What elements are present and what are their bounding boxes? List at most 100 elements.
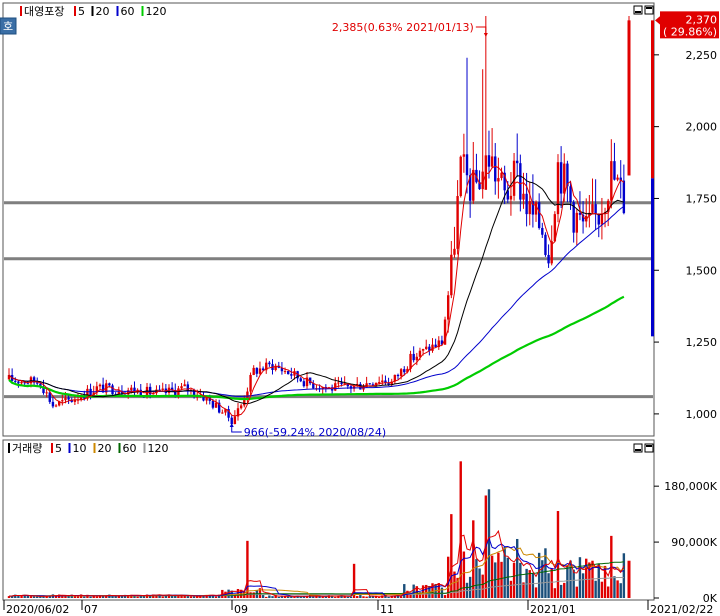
candle-body	[286, 371, 290, 375]
volume-bar	[170, 596, 174, 598]
volume-bar	[268, 595, 271, 598]
volume-legend-label: 60	[123, 442, 137, 455]
volume-legend-swatch	[68, 443, 71, 453]
volume-bar	[89, 596, 92, 598]
volume-legend-label: 거래량	[12, 442, 42, 455]
candle-body	[537, 202, 541, 228]
candle-body	[61, 400, 64, 402]
candle-body	[522, 193, 525, 200]
candle-body	[180, 386, 183, 389]
candle-body	[519, 163, 522, 200]
candle-body	[616, 177, 619, 180]
volume-bar	[293, 596, 296, 598]
price-legend-label: 20	[96, 5, 110, 18]
volume-bar	[29, 596, 33, 598]
candle-body	[17, 381, 20, 384]
candle-body	[283, 371, 287, 373]
candle-body	[610, 161, 613, 201]
volume-bar	[412, 584, 415, 598]
volume-bar	[443, 595, 447, 598]
volume-bar	[600, 581, 604, 598]
candle-body	[494, 156, 497, 182]
candle-body	[613, 161, 616, 180]
volume-bar	[161, 596, 164, 598]
annotation-low-label: 966(-59.24% 2020/08/24)	[244, 426, 386, 439]
price-ytick-label: 1,000	[686, 408, 718, 421]
candle-body	[249, 374, 252, 392]
volume-bar	[594, 580, 597, 598]
volume-bar	[321, 596, 324, 598]
volume-bar	[522, 582, 525, 598]
price-legend-label: 5	[78, 5, 85, 18]
volume-bar	[177, 596, 180, 598]
candle-body	[381, 380, 384, 383]
xtick-label: 09	[234, 603, 248, 616]
candle-body	[258, 368, 262, 374]
volume-bar	[519, 562, 522, 598]
volume-bar	[377, 596, 381, 598]
candle-body	[472, 169, 475, 201]
volume-bar	[356, 596, 359, 598]
volume-bar	[265, 596, 268, 598]
volume-bar	[578, 557, 582, 598]
volume-bar	[616, 580, 619, 598]
volume-bar	[214, 596, 218, 598]
volume-bar	[500, 561, 503, 598]
volume-bar	[534, 587, 538, 598]
volume-bar	[559, 584, 563, 598]
volume-bar	[192, 596, 196, 598]
volume-bar	[531, 573, 535, 598]
volume-bar-current	[627, 560, 631, 598]
volume-bar	[54, 596, 58, 598]
volume-ytick-label: 180,000K	[664, 480, 717, 493]
candle-body	[569, 186, 572, 203]
candle-body	[48, 392, 51, 402]
candle-body	[51, 401, 55, 407]
volume-bar	[613, 576, 616, 598]
volume-legend-label: 20	[98, 442, 112, 455]
volume-bar	[509, 580, 513, 598]
volume-bar	[619, 583, 622, 598]
volume-panel	[2, 439, 655, 601]
volume-legend-swatch	[143, 443, 146, 453]
volume-bar	[550, 568, 553, 598]
candle-body	[130, 387, 133, 391]
volume-bar	[277, 596, 280, 598]
candle-body	[594, 204, 597, 214]
candle-body	[255, 367, 259, 374]
price-ytick-label: 1,500	[686, 264, 718, 277]
candle-body	[214, 402, 218, 408]
candle-body	[547, 254, 550, 264]
volume-legend-label: 10	[73, 442, 87, 455]
candle-body	[337, 382, 340, 384]
corner-button-label: 호	[3, 20, 13, 33]
volume-bar	[249, 592, 252, 598]
volume-bar	[286, 596, 290, 598]
candle-body	[509, 195, 513, 200]
candle-body	[559, 162, 563, 194]
volume-bar	[26, 596, 30, 598]
candle-body	[36, 382, 39, 384]
candle-body	[465, 154, 469, 176]
volume-bar	[362, 596, 365, 598]
volume-bar	[563, 582, 566, 598]
candle-body	[290, 374, 293, 376]
volume-bar	[506, 557, 509, 598]
volume-bar	[403, 584, 406, 598]
candle-body	[500, 172, 503, 179]
candle-body	[578, 212, 582, 215]
volume-bar	[575, 586, 579, 598]
candle-body	[544, 234, 547, 255]
candle-body	[450, 254, 453, 296]
volume-bar	[111, 596, 114, 598]
volume-bar	[622, 553, 626, 598]
candle-body	[67, 397, 70, 400]
volume-bar	[334, 597, 337, 598]
volume-bar	[581, 573, 585, 598]
price-ytick-label: 2,000	[686, 121, 718, 134]
xtick-label: 2021/02/22	[650, 603, 713, 616]
price-legend-swatch	[91, 6, 94, 16]
volume-bar	[512, 562, 516, 598]
candle-body	[575, 212, 579, 233]
candle-body	[622, 180, 626, 214]
